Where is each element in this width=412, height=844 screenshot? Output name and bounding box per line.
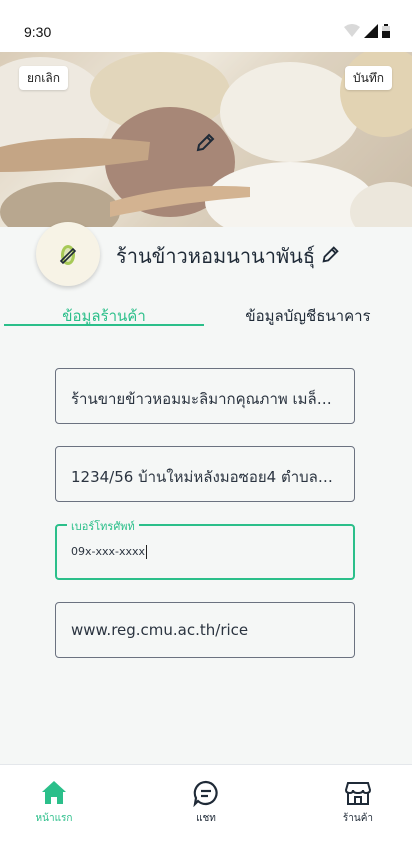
- edit-cover-icon[interactable]: [194, 130, 218, 154]
- save-button[interactable]: บันทึก: [345, 66, 392, 90]
- shop-name: ร้านข้าวหอมนานาพันธุ์: [116, 244, 316, 268]
- chat-icon: [193, 780, 218, 807]
- text-caret: [146, 545, 148, 559]
- cancel-button[interactable]: ยกเลิก: [19, 66, 69, 90]
- phone-field[interactable]: เบอร์โทรศัพท์ 09x-xxx-xxxx: [55, 517, 355, 580]
- wifi-icon: [344, 24, 360, 37]
- rice-logo-icon: [59, 245, 77, 265]
- nav-store-label: ร้านค้า: [342, 813, 374, 824]
- tab-indicator: [4, 324, 204, 326]
- store-icon: [344, 782, 372, 805]
- nav-store[interactable]: ร้านค้า: [328, 779, 388, 826]
- nav-chat[interactable]: แชท: [176, 779, 236, 826]
- status-icons: [344, 24, 390, 38]
- phone-field-label: เบอร์โทรศัพท์: [67, 517, 139, 535]
- website-value: www.reg.cmu.ac.th/rice: [71, 621, 249, 639]
- website-field[interactable]: www.reg.cmu.ac.th/rice: [55, 602, 355, 658]
- bottom-navigation: หน้าแรก แชท ร้านค้า: [0, 764, 412, 844]
- battery-icon: [382, 24, 390, 38]
- nav-home[interactable]: หน้าแรก: [24, 779, 84, 826]
- phone-value: 09x-xxx-xxxx: [71, 545, 146, 558]
- signal-icon: [364, 24, 378, 38]
- edit-name-icon[interactable]: [320, 243, 342, 265]
- nav-home-label: หน้าแรก: [35, 813, 73, 824]
- shop-avatar[interactable]: [36, 222, 100, 286]
- status-bar: 9:30: [0, 0, 412, 52]
- address-field[interactable]: 1234/56 บ้านใหม่หลังมอซอย4 ตำบลสุเทพ: [55, 446, 355, 502]
- phone-value-wrap: 09x-xxx-xxxx: [71, 545, 341, 559]
- status-time: 9:30: [24, 24, 52, 40]
- home-icon: [42, 781, 66, 804]
- cover-image: ยกเลิก บันทึก: [0, 52, 412, 227]
- tab-bank-info[interactable]: ข้อมูลบัญชีธนาคาร: [208, 304, 408, 328]
- address-value: 1234/56 บ้านใหม่หลังมอซอย4 ตำบลสุเทพ: [71, 468, 341, 486]
- tab-bar: ข้อมูลร้านค้า ข้อมูลบัญชีธนาคาร: [0, 298, 412, 328]
- nav-chat-label: แชท: [196, 813, 216, 824]
- shop-description-value: ร้านขายข้าวหอมมะลิมากคุณภาพ เมล็ดข้าวสวย: [71, 390, 341, 408]
- shop-description-field[interactable]: ร้านขายข้าวหอมมะลิมากคุณภาพ เมล็ดข้าวสวย: [55, 368, 355, 424]
